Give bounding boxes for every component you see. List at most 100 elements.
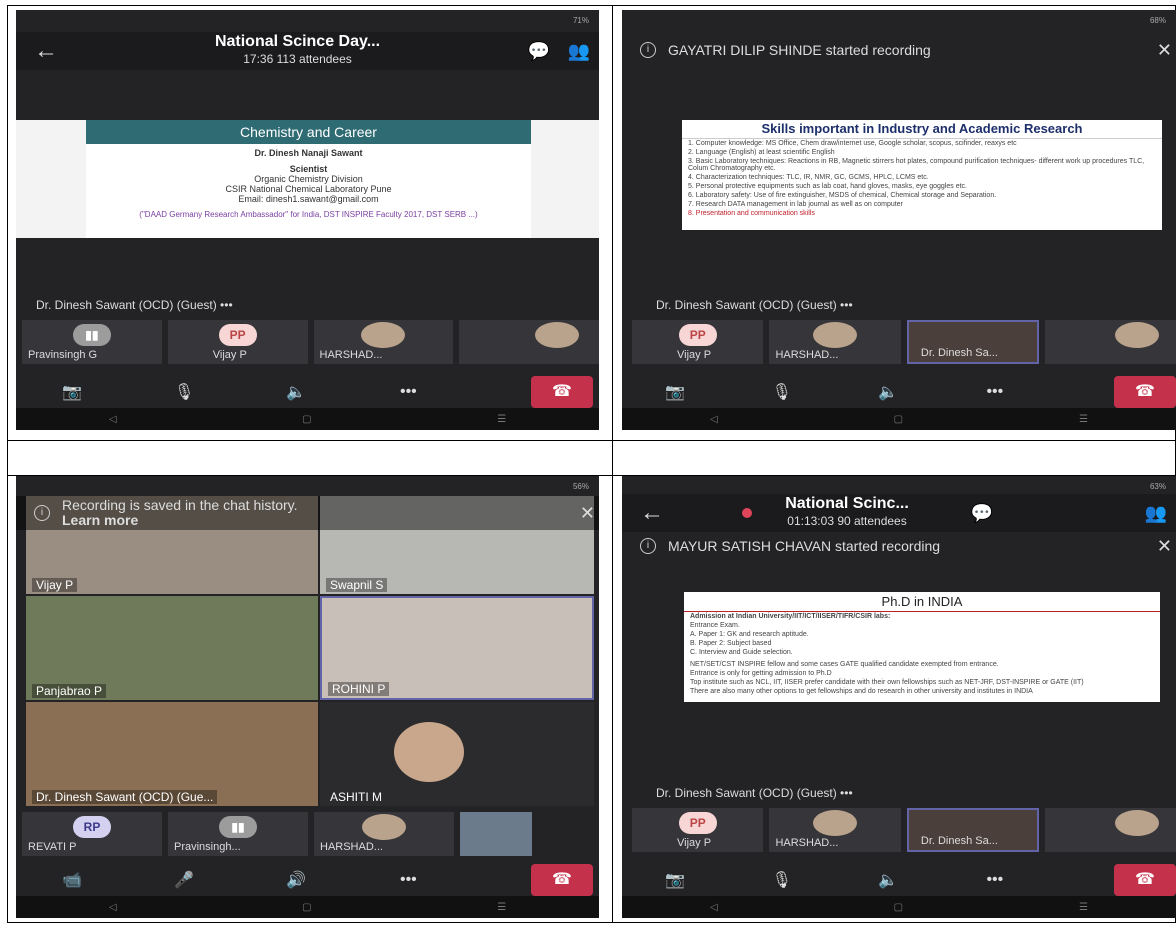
participant-name: HARSHAD... (319, 349, 383, 361)
slide-line: Entrance Exam. (690, 622, 740, 629)
recording-dot-icon (742, 508, 752, 518)
nav-menu-icon[interactable]: ☰ (497, 414, 506, 425)
participant-thumb[interactable]: HARSHAD... (769, 320, 901, 364)
nav-back-icon[interactable]: ◁ (109, 414, 117, 425)
close-icon[interactable]: ✕ (1157, 536, 1172, 556)
avatar: PP (678, 812, 717, 834)
participant-thumb[interactable]: PP Vijay P (632, 320, 764, 364)
speaker-icon[interactable]: 🔊 (240, 870, 352, 890)
camera-off-icon[interactable]: 📷 (622, 382, 729, 402)
slide-item: 5. Personal protective equipments such a… (688, 182, 967, 190)
nav-home-icon[interactable]: ▢ (302, 902, 311, 913)
mic-off-icon[interactable]: 🎙 (128, 382, 240, 402)
more-icon[interactable]: ••• (352, 383, 464, 401)
participant-name: Swapnil S (326, 578, 388, 592)
video-off-avatar: ▮▮ (72, 324, 111, 346)
nav-menu-icon[interactable]: ☰ (497, 902, 506, 913)
avatar (362, 814, 406, 840)
close-icon[interactable]: ✕ (580, 503, 595, 523)
participant-thumb[interactable] (459, 320, 599, 364)
nav-home-icon[interactable]: ▢ (302, 414, 311, 425)
info-icon: i (640, 538, 656, 554)
mic-off-icon[interactable]: 🎙 (729, 382, 836, 402)
speaker-icon[interactable]: 🔈 (240, 382, 352, 402)
participant-thumb[interactable] (460, 812, 532, 856)
android-nav-bar: ◁ ▢ ☰ (622, 896, 1176, 918)
nav-menu-icon[interactable]: ☰ (1079, 902, 1088, 913)
more-icon[interactable]: ••• (942, 383, 1049, 401)
android-nav-bar: ◁ ▢ ☰ (16, 408, 599, 430)
info-icon: i (640, 42, 656, 58)
active-speaker-label: Dr. Dinesh Sawant (OCD) (Guest) ••• (656, 298, 853, 312)
avatar (535, 322, 580, 348)
mic-icon[interactable]: 🎤 (128, 870, 240, 890)
slide-line: B. Paper 2: Subject based (690, 640, 772, 647)
back-arrow-icon[interactable]: ← (622, 499, 682, 527)
participant-thumb[interactable]: HARSHAD... (314, 812, 454, 856)
video-tile[interactable]: ROHINI P (320, 596, 594, 700)
slide-title: Skills important in Industry and Academi… (682, 120, 1162, 139)
participant-name: Dr. Dinesh Sa... (920, 347, 998, 359)
nav-menu-icon[interactable]: ☰ (1079, 414, 1088, 425)
hang-up-button[interactable]: ☎ (1114, 376, 1176, 408)
participant-name: HARSHAD... (775, 837, 839, 849)
participant-name: ASHITI M (330, 790, 383, 804)
nav-back-icon[interactable]: ◁ (710, 414, 718, 425)
participant-thumb[interactable]: HARSHAD... (313, 320, 454, 364)
learn-more-link[interactable]: Learn more (62, 512, 138, 528)
avatar (813, 810, 858, 836)
hang-up-button[interactable]: ☎ (1114, 864, 1176, 896)
participant-name: Dr. Dinesh Sa... (920, 835, 998, 847)
chat-icon[interactable]: 💬 (962, 503, 1002, 524)
nav-back-icon[interactable]: ◁ (710, 902, 718, 913)
participant-name: Vijay P (32, 578, 78, 592)
participant-name: HARSHAD... (775, 349, 839, 361)
slide-line: Email: dinesh1.sawant@gmail.com (238, 194, 379, 204)
video-tile[interactable]: ASHITI M (320, 702, 594, 806)
hang-up-button[interactable]: ☎ (531, 376, 593, 408)
call-controls: 📷 🎙 🔈 ••• (622, 372, 1176, 412)
participant-name: Vijay P (677, 837, 712, 849)
speaker-icon[interactable]: 🔈 (835, 870, 942, 890)
camera-icon[interactable]: 📹 (16, 870, 128, 890)
slide-line: Top institute such as NCL, IIT, IISER pr… (690, 679, 1084, 686)
participant-thumb[interactable]: HARSHAD... (769, 808, 901, 852)
back-arrow-icon[interactable]: ← (16, 37, 76, 65)
nav-back-icon[interactable]: ◁ (109, 902, 117, 913)
participant-thumb[interactable]: ▮▮ Pravinsingh... (168, 812, 308, 856)
screenshot-3: 56% Vijay P Swapnil S i Recording is sav… (16, 476, 599, 918)
camera-off-icon[interactable]: 📷 (16, 382, 128, 402)
participant-thumb[interactable]: Dr. Dinesh Sa... (906, 320, 1039, 364)
avatar (394, 722, 464, 782)
hang-up-button[interactable]: ☎ (531, 864, 593, 896)
mic-off-icon[interactable]: 🎙 (729, 870, 836, 890)
speaker-icon[interactable]: 🔈 (835, 382, 942, 402)
camera-off-icon[interactable]: 📷 (622, 870, 729, 890)
nav-home-icon[interactable]: ▢ (894, 902, 903, 913)
participant-thumb[interactable] (1044, 320, 1176, 364)
chat-icon[interactable]: 💬 (519, 41, 559, 62)
slide-line: A. Paper 1: GK and research aptitude. (690, 631, 809, 638)
participant-name: Panjabrao P (32, 684, 107, 698)
participant-name: REVATI P (28, 841, 77, 853)
participant-thumb[interactable]: PP Vijay P (632, 808, 764, 852)
participant-thumb[interactable]: PP Vijay P (167, 320, 308, 364)
participants-icon[interactable]: 👥 (1136, 503, 1176, 524)
participant-thumb[interactable] (1044, 808, 1176, 852)
more-icon[interactable]: ••• (352, 871, 464, 889)
android-nav-bar: ◁ ▢ ☰ (622, 408, 1176, 430)
more-icon[interactable]: ••• (942, 871, 1049, 889)
call-controls: 📹 🎤 🔊 ••• (16, 860, 599, 900)
slide-item: 2. Language (English) at least scientifi… (688, 148, 835, 156)
close-icon[interactable]: ✕ (1157, 40, 1172, 60)
participants-icon[interactable]: 👥 (559, 41, 599, 62)
slide-line: There are also many other options to get… (690, 688, 1033, 695)
participant-thumb[interactable]: RP REVATI P (22, 812, 162, 856)
participant-thumb[interactable]: Dr. Dinesh Sa... (906, 808, 1039, 852)
participant-thumb[interactable]: ▮▮ Pravinsingh G (22, 320, 162, 364)
slide-item: 1. Computer knowledge: MS Office, Chem d… (688, 139, 1017, 147)
video-tile[interactable]: Dr. Dinesh Sawant (OCD) (Gue... (26, 702, 318, 806)
avatar: RP (73, 816, 111, 838)
video-tile[interactable]: Panjabrao P (26, 596, 318, 700)
nav-home-icon[interactable]: ▢ (894, 414, 903, 425)
